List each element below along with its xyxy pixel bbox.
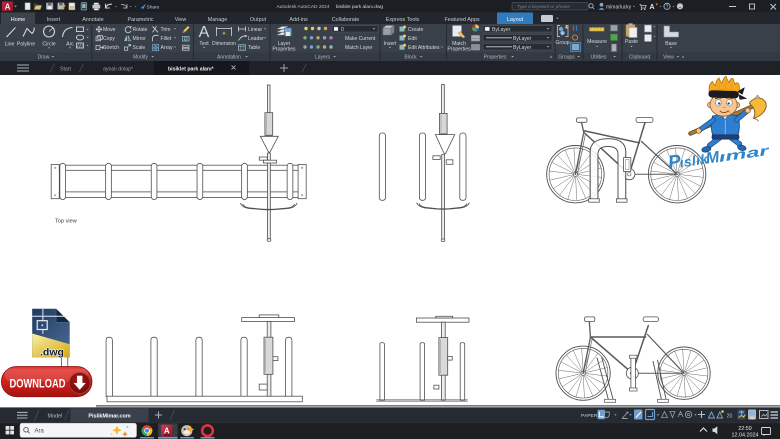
svg-text:Circle: Circle <box>42 41 55 47</box>
svg-text:Table: Table <box>248 45 260 51</box>
svg-text:Layout: Layout <box>507 17 524 23</box>
svg-text:Scale: Scale <box>133 45 146 51</box>
svg-text:»: » <box>682 55 685 61</box>
svg-text:Make Current: Make Current <box>345 36 376 42</box>
svg-text:ByLayer: ByLayer <box>513 36 532 42</box>
svg-text:20: 20 <box>727 414 733 420</box>
svg-text:Properties: Properties <box>484 55 507 61</box>
svg-text:Utilities: Utilities <box>590 55 607 61</box>
svg-text:Array: Array <box>161 45 174 51</box>
svg-text:Group: Group <box>555 40 569 46</box>
svg-text:A: A <box>5 2 11 11</box>
svg-text:View: View <box>175 17 187 23</box>
svg-text:ByLayer: ByLayer <box>492 27 511 33</box>
svg-text:Leader: Leader <box>248 36 264 42</box>
svg-text:Trim: Trim <box>161 27 171 33</box>
svg-text:0: 0 <box>341 27 344 33</box>
svg-text:Start: Start <box>60 66 72 72</box>
svg-text:bisiklet park alanı.dwg: bisiklet park alanı.dwg <box>336 4 384 10</box>
svg-text:Layers: Layers <box>315 55 331 61</box>
svg-text:Properties: Properties <box>447 47 471 53</box>
svg-text:ByLayer: ByLayer <box>513 45 532 51</box>
svg-text:●: ● <box>679 5 681 9</box>
svg-text:Polyline: Polyline <box>17 41 35 47</box>
svg-text:Output: Output <box>250 17 267 23</box>
svg-text:Fillet: Fillet <box>161 36 172 42</box>
svg-text:Insert: Insert <box>47 17 61 23</box>
svg-text:.dwg: .dwg <box>40 346 64 358</box>
svg-text:✳: ✳ <box>222 31 226 37</box>
svg-text:Annotation: Annotation <box>217 55 241 61</box>
svg-text:Clipboard: Clipboard <box>629 55 651 61</box>
svg-text:Type a keyword or phrase: Type a keyword or phrase <box>517 4 570 9</box>
svg-text:PislikMimar.com: PislikMimar.com <box>88 413 130 419</box>
svg-text:22:59: 22:59 <box>738 426 752 432</box>
svg-text:★: ★ <box>564 25 569 31</box>
svg-text:Manage: Manage <box>208 17 227 23</box>
svg-text:Measure: Measure <box>587 39 607 45</box>
svg-text:Modify: Modify <box>133 55 148 61</box>
svg-text:Linear: Linear <box>248 27 262 33</box>
svg-text:View: View <box>663 55 674 61</box>
svg-text:Groups: Groups <box>558 55 575 61</box>
svg-text:Home: Home <box>11 17 25 23</box>
svg-text:mimarlucky: mimarlucky <box>606 4 632 10</box>
svg-text:Block: Block <box>404 55 417 61</box>
svg-text:A: A <box>649 4 654 11</box>
svg-text:Insert: Insert <box>384 41 397 47</box>
svg-text:»: » <box>550 55 553 61</box>
svg-text:Copy: Copy <box>103 36 115 42</box>
svg-text:Parametric: Parametric <box>127 17 153 23</box>
svg-text:Ara: Ara <box>35 428 45 434</box>
svg-text:Edit: Edit <box>408 36 417 42</box>
svg-text:Properties: Properties <box>272 47 296 53</box>
svg-text:Mirror: Mirror <box>133 36 147 42</box>
svg-text:Arc: Arc <box>66 41 74 47</box>
svg-text:12.04.2024: 12.04.2024 <box>732 432 759 438</box>
svg-text:Line: Line <box>5 41 15 47</box>
svg-text:Model: Model <box>48 413 63 419</box>
svg-text:Move: Move <box>103 27 116 33</box>
svg-text:aynalı dolap*: aynalı dolap* <box>103 66 133 72</box>
svg-text:bisiklet park alanı*: bisiklet park alanı* <box>168 66 215 72</box>
svg-text:Annotate: Annotate <box>82 17 104 23</box>
svg-text:A: A <box>199 24 210 41</box>
svg-text:Featured Apps: Featured Apps <box>444 17 479 23</box>
svg-text:Share: Share <box>147 4 160 10</box>
svg-text:Collaborate: Collaborate <box>332 17 360 23</box>
svg-text:Autodesk AutoCAD 2024: Autodesk AutoCAD 2024 <box>276 4 329 10</box>
svg-text:Dimension: Dimension <box>212 41 236 47</box>
svg-text:?: ? <box>666 4 669 10</box>
svg-text:Draw: Draw <box>38 55 50 61</box>
svg-text:Top view: Top view <box>55 219 78 225</box>
svg-text:Stretch: Stretch <box>103 45 119 51</box>
svg-text:Express Tools: Express Tools <box>386 17 420 23</box>
svg-text:Rotate: Rotate <box>133 27 148 33</box>
svg-text:Create: Create <box>408 27 423 33</box>
svg-text:Add-ins: Add-ins <box>289 17 308 23</box>
svg-text:Text: Text <box>199 41 209 47</box>
svg-text:Base: Base <box>665 41 677 47</box>
svg-text:PAPER: PAPER <box>581 413 598 419</box>
svg-text:DOWNLOAD: DOWNLOAD <box>10 379 66 391</box>
svg-text:Paste: Paste <box>625 39 638 45</box>
svg-text:Edit Attributes: Edit Attributes <box>408 45 440 51</box>
svg-text:Match Layer: Match Layer <box>345 45 373 51</box>
